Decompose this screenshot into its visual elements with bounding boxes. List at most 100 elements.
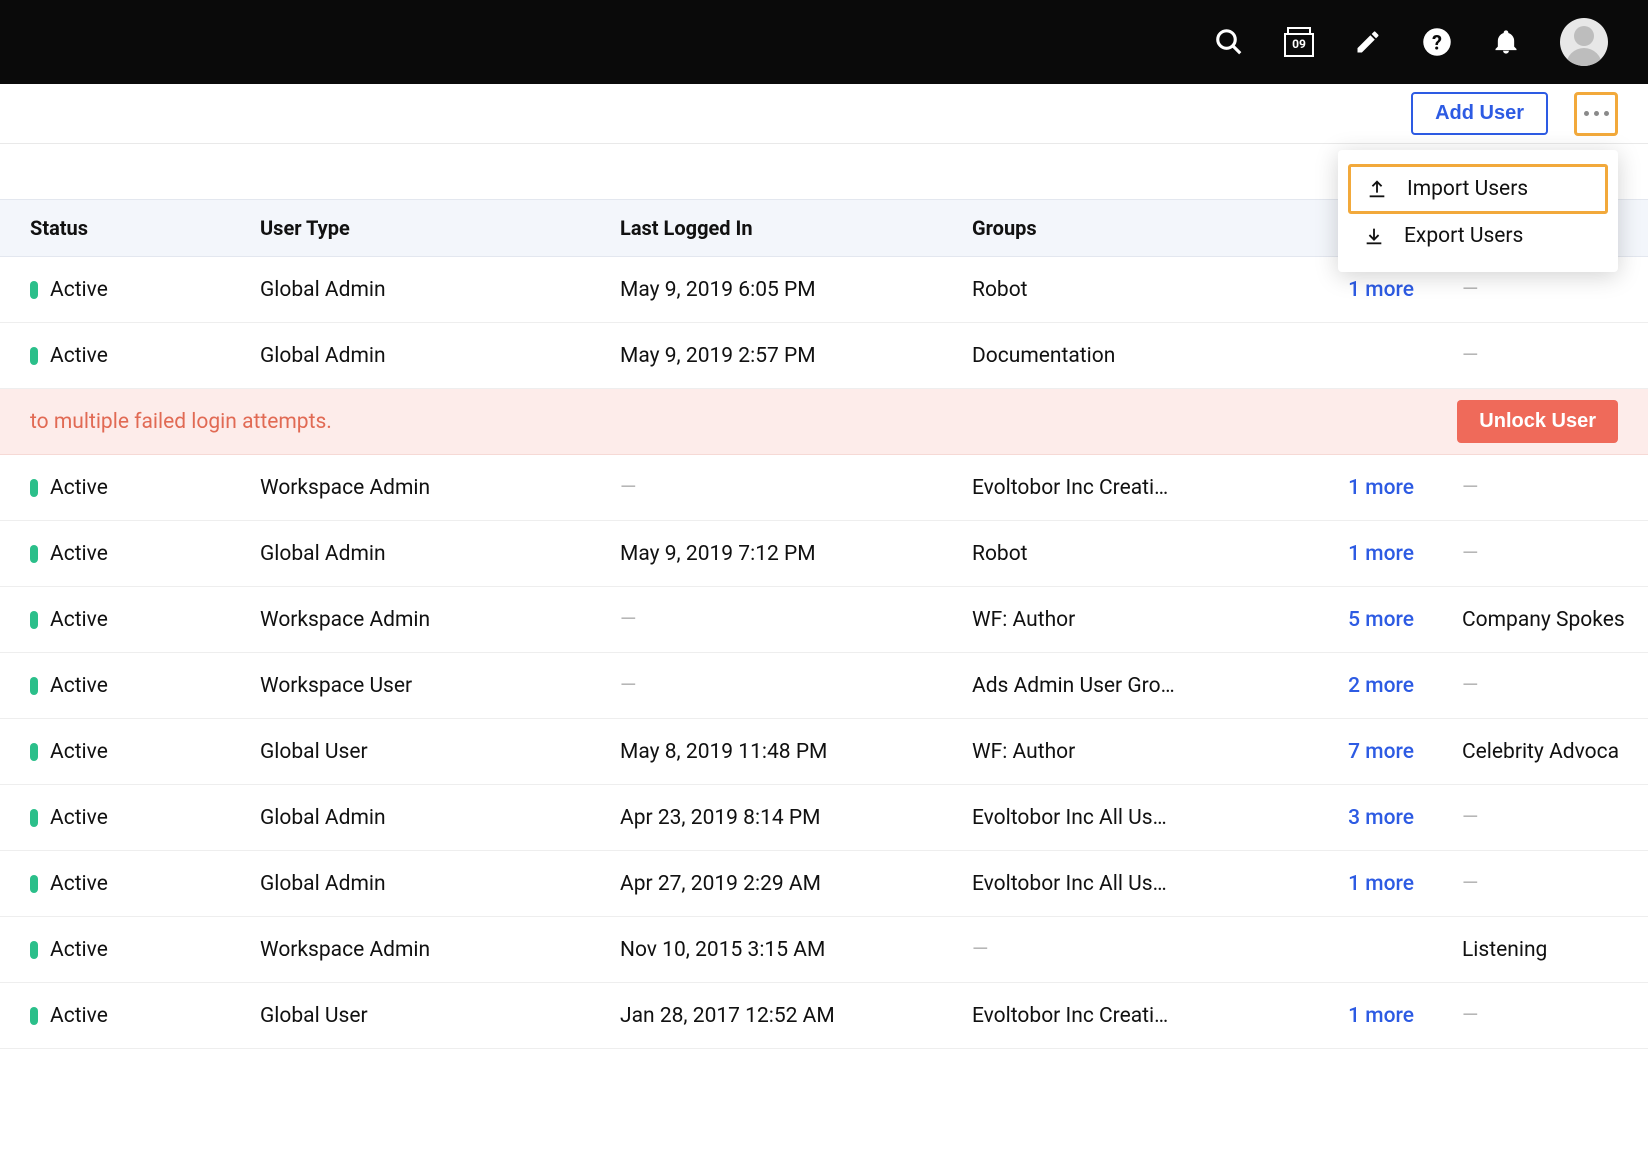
- cell-user-type: Workspace Admin: [236, 608, 596, 632]
- more-menu-dropdown: Import Users Export Users: [1338, 150, 1618, 272]
- upload-icon: [1365, 177, 1389, 201]
- cell-groups: Documentation: [948, 344, 1298, 368]
- cell-status: Active: [0, 674, 236, 698]
- cell-last-login: Jan 28, 2017 12:52 AM: [596, 1004, 948, 1028]
- groups-more-link[interactable]: 3 more: [1348, 806, 1414, 830]
- cell-groups: Ads Admin User Gro…: [948, 674, 1298, 698]
- groups-more-link[interactable]: 1 more: [1348, 1004, 1414, 1028]
- add-user-button[interactable]: Add User: [1411, 92, 1548, 135]
- groups-more-link[interactable]: 1 more: [1348, 476, 1414, 500]
- table-row[interactable]: Active Global Admin May 9, 2019 7:12 PM …: [0, 521, 1648, 587]
- table-row[interactable]: Active Global Admin Apr 23, 2019 8:14 PM…: [0, 785, 1648, 851]
- table-row[interactable]: Active Global Admin Apr 27, 2019 2:29 AM…: [0, 851, 1648, 917]
- cell-last-login: Apr 27, 2019 2:29 AM: [596, 872, 948, 896]
- cell-user-type: Global User: [236, 740, 596, 764]
- alert-message: to multiple failed login attempts.: [30, 410, 332, 434]
- action-bar: Add User: [0, 84, 1648, 144]
- status-indicator: [30, 1007, 38, 1025]
- status-indicator: [30, 677, 38, 695]
- cell-status: Active: [0, 344, 236, 368]
- groups-more-link[interactable]: 1 more: [1348, 872, 1414, 896]
- cell-user-type: Workspace Admin: [236, 476, 596, 500]
- help-icon[interactable]: ?: [1422, 27, 1452, 57]
- cell-user-type: Global Admin: [236, 542, 596, 566]
- status-indicator: [30, 875, 38, 893]
- cell-groups-more: 3 more: [1298, 806, 1438, 830]
- cell-user-type: Global Admin: [236, 344, 596, 368]
- locked-user-alert: to multiple failed login attempts. Unloc…: [0, 389, 1648, 455]
- cell-groups-more: 1 more: [1298, 872, 1438, 896]
- avatar[interactable]: [1560, 18, 1608, 66]
- cell-status: Active: [0, 1004, 236, 1028]
- cell-last: Celebrity Advoca: [1438, 740, 1648, 764]
- cell-last-login: —: [596, 608, 948, 632]
- top-navbar: 09 ?: [0, 0, 1648, 84]
- cell-last: —: [1438, 1004, 1648, 1028]
- users-table: Status User Type Last Logged In Groups A…: [0, 199, 1648, 1049]
- cell-last: —: [1438, 674, 1648, 698]
- status-indicator: [30, 611, 38, 629]
- cell-user-type: Global Admin: [236, 278, 596, 302]
- svg-text:?: ?: [1432, 31, 1442, 55]
- table-row[interactable]: Active Workspace Admin — Evoltobor Inc C…: [0, 455, 1648, 521]
- table-row[interactable]: Active Global User May 8, 2019 11:48 PM …: [0, 719, 1648, 785]
- table-row[interactable]: Active Workspace User — Ads Admin User G…: [0, 653, 1648, 719]
- cell-groups-more: 1 more: [1298, 278, 1438, 302]
- cell-groups-more: 2 more: [1298, 674, 1438, 698]
- bell-icon[interactable]: [1492, 28, 1520, 56]
- groups-more-link[interactable]: 5 more: [1348, 608, 1414, 632]
- table-row[interactable]: Active Global Admin May 9, 2019 2:57 PM …: [0, 323, 1648, 389]
- cell-last: —: [1438, 542, 1648, 566]
- import-users-item[interactable]: Import Users: [1348, 164, 1608, 214]
- groups-more-link[interactable]: 1 more: [1348, 278, 1414, 302]
- cell-groups: —: [948, 938, 1298, 962]
- col-status[interactable]: Status: [0, 216, 236, 240]
- calendar-icon[interactable]: 09: [1284, 27, 1314, 57]
- search-icon[interactable]: [1214, 27, 1244, 57]
- cell-groups: Robot: [948, 542, 1298, 566]
- groups-more-link[interactable]: 7 more: [1348, 740, 1414, 764]
- table-row[interactable]: Active Global User Jan 28, 2017 12:52 AM…: [0, 983, 1648, 1049]
- cell-last: —: [1438, 806, 1648, 830]
- col-last-login[interactable]: Last Logged In: [596, 216, 948, 240]
- cell-status: Active: [0, 476, 236, 500]
- cell-last-login: Apr 23, 2019 8:14 PM: [596, 806, 948, 830]
- col-groups[interactable]: Groups: [948, 216, 1298, 240]
- cell-user-type: Workspace User: [236, 674, 596, 698]
- cell-user-type: Global Admin: [236, 806, 596, 830]
- col-user-type[interactable]: User Type: [236, 216, 596, 240]
- groups-more-link[interactable]: 1 more: [1348, 542, 1414, 566]
- unlock-user-button[interactable]: Unlock User: [1457, 400, 1618, 443]
- cell-user-type: Workspace Admin: [236, 938, 596, 962]
- cell-groups-more: 7 more: [1298, 740, 1438, 764]
- edit-icon[interactable]: [1354, 28, 1382, 56]
- cell-user-type: Global User: [236, 1004, 596, 1028]
- cell-groups-more: 5 more: [1298, 608, 1438, 632]
- cell-status: Active: [0, 938, 236, 962]
- cell-groups: Evoltobor Inc All Us…: [948, 872, 1298, 896]
- cell-last-login: May 9, 2019 7:12 PM: [596, 542, 948, 566]
- table-row[interactable]: Active Workspace Admin Nov 10, 2015 3:15…: [0, 917, 1648, 983]
- more-menu-button[interactable]: [1574, 92, 1618, 136]
- groups-more-link[interactable]: 2 more: [1348, 674, 1414, 698]
- import-users-label: Import Users: [1407, 177, 1528, 201]
- cell-status: Active: [0, 872, 236, 896]
- cell-status: Active: [0, 278, 236, 302]
- cell-status: Active: [0, 608, 236, 632]
- cell-last: —: [1438, 476, 1648, 500]
- cell-groups: WF: Author: [948, 740, 1298, 764]
- cell-status: Active: [0, 806, 236, 830]
- cell-groups: Evoltobor Inc Creati…: [948, 476, 1298, 500]
- export-users-item[interactable]: Export Users: [1348, 214, 1608, 258]
- cell-groups: Evoltobor Inc Creati…: [948, 1004, 1298, 1028]
- table-row[interactable]: Active Workspace Admin — WF: Author 5 mo…: [0, 587, 1648, 653]
- cell-last: —: [1438, 344, 1648, 368]
- cell-groups-more: 1 more: [1298, 1004, 1438, 1028]
- cell-groups: Robot: [948, 278, 1298, 302]
- status-indicator: [30, 347, 38, 365]
- cell-last: —: [1438, 278, 1648, 302]
- cell-groups: Evoltobor Inc All Us…: [948, 806, 1298, 830]
- status-indicator: [30, 809, 38, 827]
- cell-last: —: [1438, 872, 1648, 896]
- cell-status: Active: [0, 542, 236, 566]
